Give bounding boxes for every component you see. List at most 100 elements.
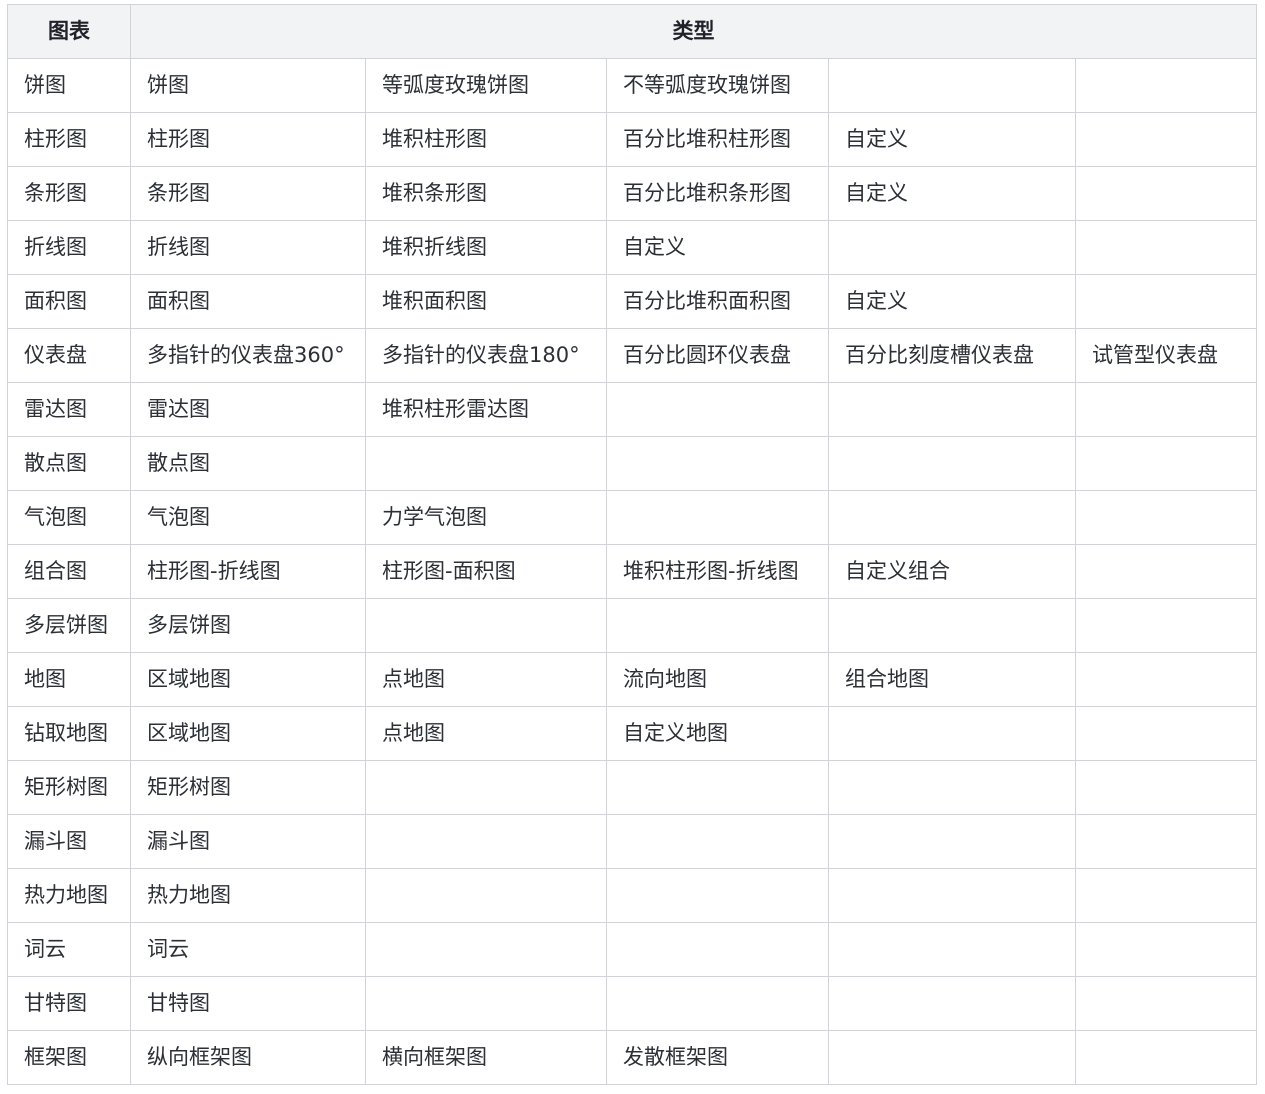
chart-name-cell: 柱形图 bbox=[7, 112, 131, 167]
chart-name-cell: 气泡图 bbox=[7, 490, 131, 545]
chart-name-cell: 组合图 bbox=[7, 544, 131, 599]
table-row: 柱形图 柱形图 堆积柱形图 百分比堆积柱形图 自定义 bbox=[7, 112, 1258, 167]
table-header-row: 图表 类型 bbox=[7, 4, 1258, 59]
chart-name-cell: 仪表盘 bbox=[7, 328, 131, 383]
chart-type-cell: 柱形图-折线图 bbox=[130, 544, 366, 599]
chart-type-cell: 自定义组合 bbox=[828, 544, 1076, 599]
header-chart: 图表 bbox=[7, 4, 131, 59]
chart-type-cell: 力学气泡图 bbox=[365, 490, 607, 545]
chart-type-cell bbox=[606, 382, 829, 437]
chart-name-cell: 漏斗图 bbox=[7, 814, 131, 869]
chart-type-cell: 发散框架图 bbox=[606, 1030, 829, 1085]
chart-type-cell: 面积图 bbox=[130, 274, 366, 329]
table-row: 地图 区域地图 点地图 流向地图 组合地图 bbox=[7, 652, 1258, 707]
chart-type-cell: 百分比堆积柱形图 bbox=[606, 112, 829, 167]
chart-name-cell: 矩形树图 bbox=[7, 760, 131, 815]
chart-type-cell bbox=[365, 598, 607, 653]
chart-type-cell: 百分比堆积条形图 bbox=[606, 166, 829, 221]
chart-type-cell bbox=[1074, 760, 1258, 815]
chart-name-cell: 散点图 bbox=[7, 436, 131, 491]
chart-type-cell: 雷达图 bbox=[130, 382, 366, 437]
chart-type-cell: 区域地图 bbox=[130, 706, 366, 761]
table-row: 仪表盘 多指针的仪表盘360° 多指针的仪表盘180° 百分比圆环仪表盘 百分比刻度槽仪… bbox=[7, 328, 1258, 383]
chart-type-cell: 甘特图 bbox=[130, 976, 366, 1031]
chart-type-cell bbox=[828, 220, 1076, 275]
chart-name-cell: 词云 bbox=[7, 922, 131, 977]
chart-type-cell: 区域地图 bbox=[130, 652, 366, 707]
chart-type-cell: 组合地图 bbox=[828, 652, 1076, 707]
chart-type-cell bbox=[1074, 1030, 1258, 1085]
chart-type-cell bbox=[828, 598, 1076, 653]
chart-type-cell bbox=[606, 922, 829, 977]
chart-type-cell: 柱形图 bbox=[130, 112, 366, 167]
chart-type-cell: 漏斗图 bbox=[130, 814, 366, 869]
chart-type-cell bbox=[828, 760, 1076, 815]
chart-type-cell bbox=[828, 706, 1076, 761]
chart-type-cell: 折线图 bbox=[130, 220, 366, 275]
table-row: 散点图 散点图 bbox=[7, 436, 1258, 491]
chart-type-cell: 条形图 bbox=[130, 166, 366, 221]
chart-type-cell: 自定义 bbox=[828, 274, 1076, 329]
chart-type-cell bbox=[365, 814, 607, 869]
chart-type-cell: 自定义地图 bbox=[606, 706, 829, 761]
chart-type-cell bbox=[606, 814, 829, 869]
chart-type-cell: 堆积柱形图 bbox=[365, 112, 607, 167]
chart-type-cell bbox=[365, 922, 607, 977]
chart-type-cell bbox=[1074, 922, 1258, 977]
table-row: 折线图 折线图 堆积折线图 自定义 bbox=[7, 220, 1258, 275]
header-type: 类型 bbox=[129, 4, 1258, 59]
chart-type-cell: 多层饼图 bbox=[130, 598, 366, 653]
chart-name-cell: 折线图 bbox=[7, 220, 131, 275]
table-row: 词云 词云 bbox=[7, 922, 1258, 977]
chart-type-cell: 柱形图-面积图 bbox=[365, 544, 607, 599]
chart-type-cell: 热力地图 bbox=[130, 868, 366, 923]
chart-type-cell: 堆积柱形雷达图 bbox=[365, 382, 607, 437]
chart-name-cell: 饼图 bbox=[7, 58, 131, 113]
chart-type-cell: 点地图 bbox=[365, 652, 607, 707]
chart-type-cell bbox=[1074, 112, 1258, 167]
chart-type-cell: 百分比圆环仪表盘 bbox=[606, 328, 829, 383]
chart-type-cell bbox=[828, 814, 1076, 869]
table-row: 气泡图 气泡图 力学气泡图 bbox=[7, 490, 1258, 545]
chart-type-cell: 堆积柱形图-折线图 bbox=[606, 544, 829, 599]
table-row: 矩形树图 矩形树图 bbox=[7, 760, 1258, 815]
chart-type-cell: 自定义 bbox=[828, 166, 1076, 221]
table-row: 漏斗图 漏斗图 bbox=[7, 814, 1258, 869]
chart-type-cell: 矩形树图 bbox=[130, 760, 366, 815]
chart-type-cell bbox=[828, 868, 1076, 923]
chart-type-cell bbox=[1074, 274, 1258, 329]
chart-type-cell bbox=[365, 436, 607, 491]
chart-type-cell: 等弧度玫瑰饼图 bbox=[365, 58, 607, 113]
chart-name-cell: 钻取地图 bbox=[7, 706, 131, 761]
chart-type-cell: 堆积条形图 bbox=[365, 166, 607, 221]
chart-type-cell bbox=[828, 922, 1076, 977]
chart-type-cell bbox=[1074, 544, 1258, 599]
chart-type-cell: 堆积面积图 bbox=[365, 274, 607, 329]
chart-type-cell bbox=[828, 436, 1076, 491]
chart-type-cell bbox=[1074, 598, 1258, 653]
chart-type-cell: 堆积折线图 bbox=[365, 220, 607, 275]
chart-type-cell: 横向框架图 bbox=[365, 1030, 607, 1085]
chart-type-cell: 多指针的仪表盘180° bbox=[365, 328, 607, 383]
chart-type-cell bbox=[828, 58, 1076, 113]
chart-type-cell bbox=[1074, 706, 1258, 761]
chart-type-cell bbox=[828, 382, 1076, 437]
table-row: 组合图 柱形图-折线图 柱形图-面积图 堆积柱形图-折线图 自定义组合 bbox=[7, 544, 1258, 599]
chart-type-cell: 散点图 bbox=[130, 436, 366, 491]
table-row: 甘特图 甘特图 bbox=[7, 976, 1258, 1031]
chart-type-cell bbox=[1074, 490, 1258, 545]
chart-type-cell: 不等弧度玫瑰饼图 bbox=[606, 58, 829, 113]
chart-type-cell bbox=[1074, 868, 1258, 923]
chart-name-cell: 雷达图 bbox=[7, 382, 131, 437]
chart-type-cell bbox=[1074, 58, 1258, 113]
chart-type-cell: 词云 bbox=[130, 922, 366, 977]
table-body: 饼图 饼图 等弧度玫瑰饼图 不等弧度玫瑰饼图 柱形图 柱形图 堆积柱形图 百分比堆积柱形图 自定… bbox=[7, 58, 1258, 1085]
chart-type-cell bbox=[606, 490, 829, 545]
chart-type-cell bbox=[606, 868, 829, 923]
chart-type-cell: 自定义 bbox=[606, 220, 829, 275]
table-row: 热力地图 热力地图 bbox=[7, 868, 1258, 923]
chart-type-cell: 气泡图 bbox=[130, 490, 366, 545]
chart-type-cell: 多指针的仪表盘360° bbox=[130, 328, 366, 383]
chart-types-table-container: 图表 类型 饼图 饼图 等弧度玫瑰饼图 不等弧度玫瑰饼图 柱形图 柱形图 堆积柱形图 百分比堆… bbox=[7, 4, 1258, 1085]
table-row: 多层饼图 多层饼图 bbox=[7, 598, 1258, 653]
